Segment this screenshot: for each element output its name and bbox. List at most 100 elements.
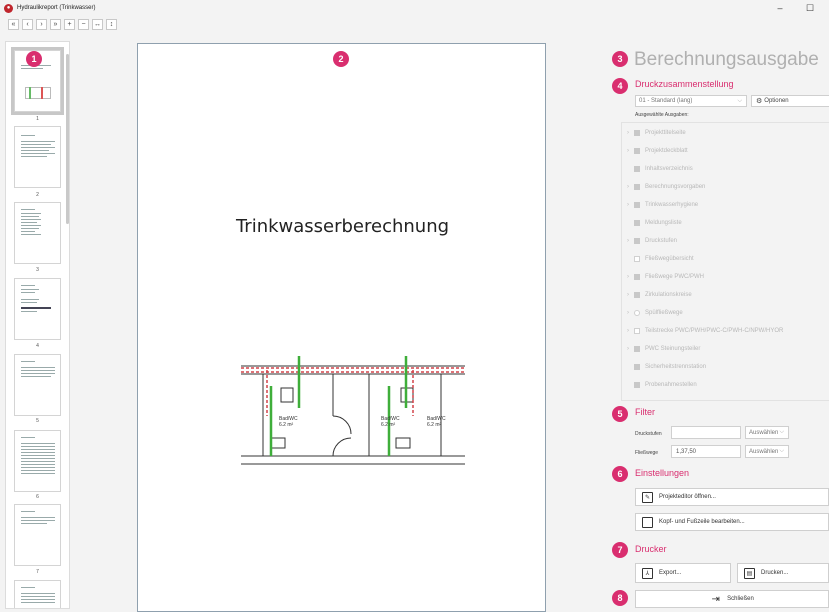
thumbnail-page[interactable] [14, 504, 61, 566]
checkbox[interactable] [634, 148, 640, 154]
checkbox[interactable] [634, 184, 640, 190]
thumbnail-page-number: 1 [36, 116, 39, 122]
checkbox[interactable] [634, 166, 640, 172]
thumbnail-page-number: 7 [36, 569, 39, 575]
fliesswege-field[interactable]: 1,37,50 [671, 445, 741, 458]
tree-item-label: Projektdeckblatt [645, 148, 688, 154]
tree-item[interactable]: Inhaltsverzeichnis [622, 164, 693, 174]
room-area: 6.2 m² [427, 422, 442, 428]
fit-width-button[interactable]: ↔ [92, 19, 103, 30]
selected-outputs-label: Ausgewählte Ausgaben: [635, 112, 689, 118]
tree-item-label: Druckstufen [645, 238, 678, 244]
tree-item[interactable]: Sicherheitstrennstation [622, 362, 706, 372]
thumbnail-page[interactable] [14, 126, 61, 188]
maximize-button[interactable]: ☐ [800, 0, 820, 16]
checkbox[interactable] [634, 220, 640, 226]
print-label: Drucken... [761, 570, 789, 576]
thumbnail-page-number: 4 [36, 343, 39, 349]
chevron-right-icon[interactable]: › [622, 346, 634, 352]
next-page-button[interactable]: › [36, 19, 47, 30]
page-icon [642, 516, 653, 528]
first-page-button[interactable]: « [8, 19, 19, 30]
project-editor-button[interactable]: ✎ Projekteditor öffnen... [635, 488, 829, 506]
chevron-right-icon[interactable]: › [622, 202, 634, 208]
header-footer-button[interactable]: Kopf- und Fußzeile bearbeiten... [635, 513, 829, 531]
checkbox[interactable] [634, 310, 640, 316]
thumbnail-page[interactable] [14, 278, 61, 340]
checkbox[interactable] [634, 364, 640, 370]
thumbnail-page-number: 2 [36, 192, 39, 198]
chevron-right-icon[interactable]: › [622, 238, 634, 244]
print-button[interactable]: ▤ Drucken... [737, 563, 829, 583]
last-page-button[interactable]: » [50, 19, 61, 30]
fliesswege-select[interactable]: Auswählen ⌵ [745, 445, 789, 458]
zoom-in-button[interactable]: + [64, 19, 75, 30]
zoom-out-button[interactable]: − [78, 19, 89, 30]
tree-item-label: Teilstrecke PWC/PWH/PWC-C/PWH-C/NPW/HYOR [645, 328, 784, 334]
chevron-right-icon[interactable]: › [622, 274, 634, 280]
tree-item[interactable]: › Trinkwasserhygiene [622, 200, 698, 210]
tree-item[interactable]: › PWC Steinungsteiler [622, 344, 700, 354]
checkbox[interactable] [634, 274, 640, 280]
tree-item[interactable]: › Spülfließwege [622, 308, 683, 318]
report-window: ● Hydraulikreport (Trinkwasser) – ☐ « ‹ … [0, 0, 829, 612]
checkbox[interactable] [634, 328, 640, 334]
tree-item-label: Berechnungsvorgaben [645, 184, 706, 190]
export-button[interactable]: ⅄ Export... [635, 563, 731, 583]
checkbox[interactable] [634, 382, 640, 388]
tree-item[interactable]: › Teilstrecke PWC/PWH/PWC-C/PWH-C/NPW/HYO… [622, 326, 783, 336]
chevron-right-icon[interactable]: › [622, 130, 634, 136]
tree-item[interactable]: › Projekttitelseite [622, 128, 686, 138]
outputs-tree[interactable]: › Projekttitelseite › Projektdeckblatt Inh… [621, 122, 829, 401]
tree-item-label: Meldungsliste [645, 220, 682, 226]
fliesswege-label: Fließwege [635, 450, 659, 456]
callout-badge: 4 [612, 78, 628, 94]
thumbnail-sidebar[interactable]: 1 2 3 4 5 6 7 [5, 41, 70, 609]
thumbnail-scrollbar[interactable] [66, 54, 69, 224]
report-title: Trinkwasserberechnung [235, 216, 450, 237]
tree-item[interactable]: Probenahmestellen [622, 380, 697, 390]
chevron-right-icon[interactable]: › [622, 184, 634, 190]
tree-item[interactable]: › Fließwege PWC/PWH [622, 272, 704, 282]
tree-item-label: PWC Steinungsteiler [645, 346, 701, 352]
thumbnail-page[interactable] [14, 430, 61, 492]
thumbnail-page[interactable] [14, 354, 61, 416]
page-preview-area[interactable]: Trinkwasserberechnung Bad/WC 6.2 m² Bad/… [70, 35, 605, 612]
room-area: 6.2 m² [279, 422, 294, 428]
checkbox[interactable] [634, 256, 640, 262]
thumbnail-page[interactable] [14, 580, 61, 608]
checkbox[interactable] [634, 130, 640, 136]
panel-title: Berechnungsausgabe [634, 49, 819, 70]
callout-badge: 6 [612, 466, 628, 482]
previous-page-button[interactable]: ‹ [22, 19, 33, 30]
chevron-right-icon[interactable]: › [622, 292, 634, 298]
tree-item[interactable]: Fließwegübersicht [622, 254, 694, 264]
fliesswege-select-value: Auswählen [749, 448, 779, 455]
fit-height-button[interactable]: ↕ [106, 19, 117, 30]
chevron-right-icon[interactable]: › [622, 310, 634, 316]
printer-icon: ▤ [744, 567, 755, 579]
checkbox[interactable] [634, 202, 640, 208]
tree-item[interactable]: › Druckstufen [622, 236, 677, 246]
preset-select[interactable]: 01 - Standard (lang) ⌵ [635, 95, 747, 107]
checkbox[interactable] [634, 346, 640, 352]
checkbox[interactable] [634, 238, 640, 244]
chevron-right-icon[interactable]: › [622, 328, 634, 334]
close-button[interactable]: ⇥ Schließen [635, 590, 829, 608]
preview-page: Trinkwasserberechnung Bad/WC 6.2 m² Bad/… [137, 43, 546, 612]
druckstufen-select[interactable]: Auswählen ⌵ [745, 426, 789, 439]
checkbox[interactable] [634, 292, 640, 298]
options-button[interactable]: ⚙ Optionen [751, 95, 829, 107]
tree-item[interactable]: › Zirkulationskreise [622, 290, 692, 300]
tree-item[interactable]: › Berechnungsvorgaben [622, 182, 705, 192]
tree-item[interactable]: Meldungsliste [622, 218, 682, 228]
thumbnail-page-number: 6 [36, 494, 39, 500]
druckstufen-field[interactable] [671, 426, 741, 439]
export-label: Export... [659, 570, 682, 576]
thumbnail-page[interactable] [14, 202, 61, 264]
tree-item[interactable]: › Projektdeckblatt [622, 146, 688, 156]
callout-badge: 1 [26, 51, 42, 67]
minimize-button[interactable]: – [770, 0, 790, 16]
tree-item-label: Fließwegübersicht [645, 256, 694, 262]
chevron-right-icon[interactable]: › [622, 148, 634, 154]
